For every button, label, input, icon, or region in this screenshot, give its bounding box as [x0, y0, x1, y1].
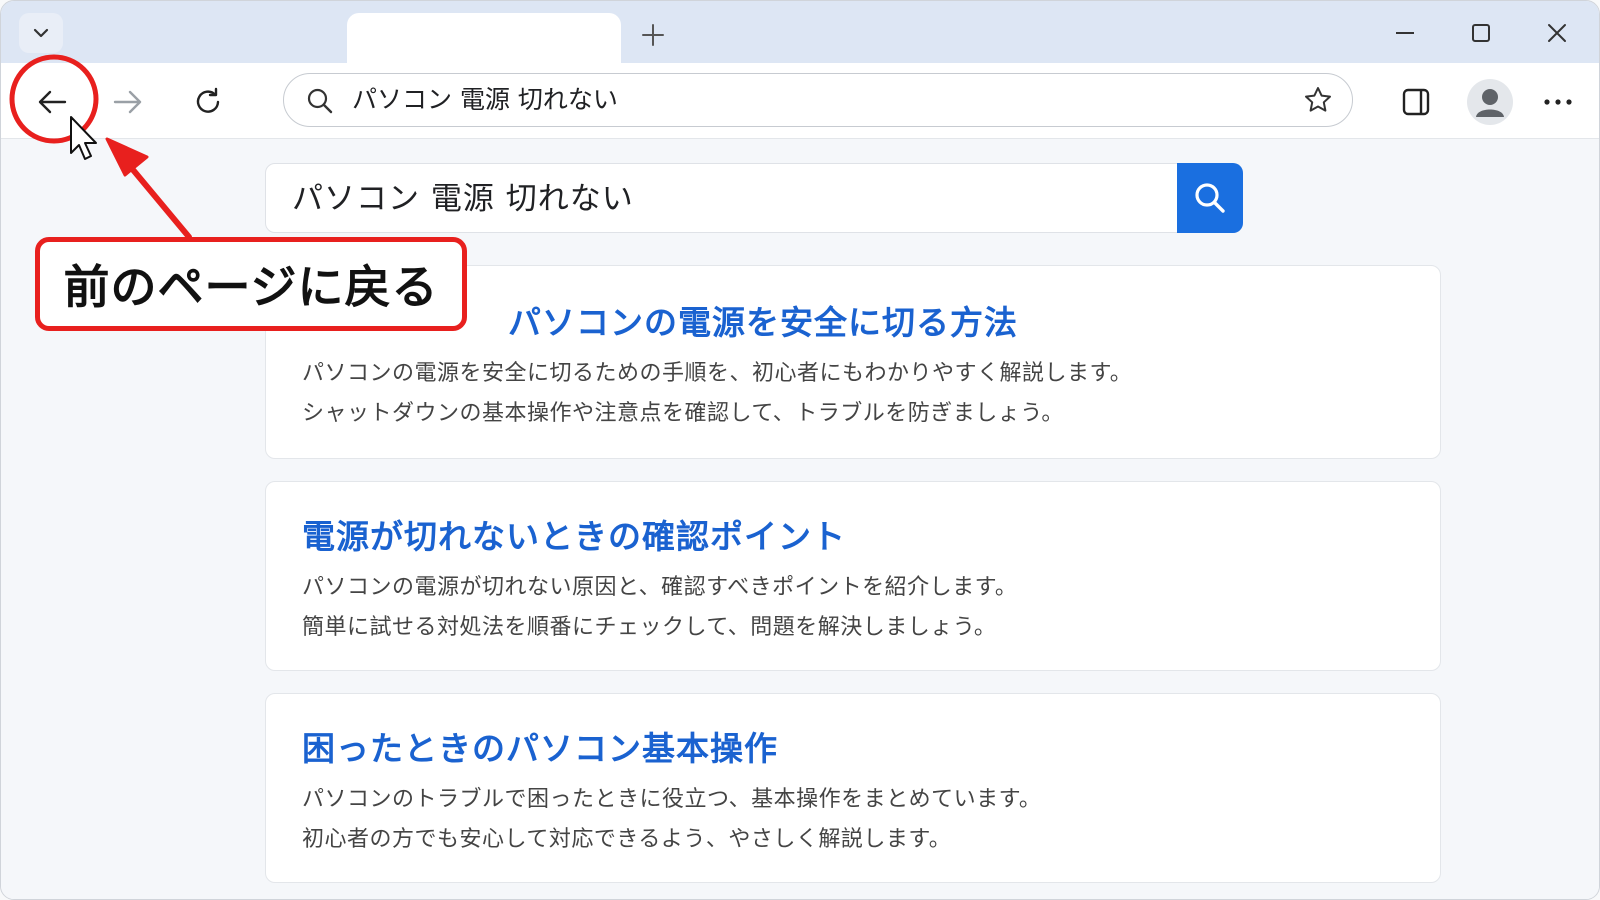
search-input[interactable]: パソコン 電源 切れない	[265, 163, 1243, 233]
address-text: パソコン 電源 切れない	[352, 85, 618, 114]
minimize-button[interactable]	[1375, 11, 1435, 55]
result-card[interactable]: 困ったときのパソコン基本操作 パソコンのトラブルで困ったときに役立つ、基本操作を…	[265, 693, 1441, 883]
result-desc-line: パソコンの電源を安全に切るための手順を、初心者にもわかりやすく解説します。	[302, 361, 1133, 386]
result-card[interactable]: 電源が切れないときの確認ポイント パソコンの電源が切れない原因と、確認すべきポイ…	[265, 481, 1441, 671]
result-desc-line: 初心者の方でも安心して対応できるよう、やさしく解説します。	[302, 827, 952, 852]
split-screen-button[interactable]	[1391, 77, 1441, 127]
result-title[interactable]: 困ったときのパソコン基本操作	[302, 722, 778, 770]
bookmark-button[interactable]	[1302, 84, 1334, 116]
reload-button[interactable]	[183, 77, 233, 127]
search-button[interactable]	[1177, 163, 1243, 233]
result-title[interactable]: パソコンの電源を安全に切る方法	[508, 296, 1018, 344]
annotation-label: 前のページに戻る	[63, 260, 439, 314]
plus-icon	[642, 24, 664, 46]
minimize-icon	[1396, 32, 1414, 34]
tab-strip	[1, 1, 1599, 63]
profile-avatar[interactable]	[1467, 79, 1513, 125]
more-menu-button[interactable]	[1533, 77, 1583, 127]
result-desc-line: 簡単に試せる対処法を順番にチェックして、問題を解決しましょう。	[302, 615, 997, 640]
close-window-button[interactable]	[1527, 11, 1587, 55]
forward-button[interactable]	[103, 77, 153, 127]
maximize-icon	[1472, 24, 1490, 42]
result-title[interactable]: 電源が切れないときの確認ポイント	[302, 510, 846, 558]
search-icon	[307, 88, 333, 114]
split-screen-icon	[1402, 88, 1430, 116]
back-button[interactable]	[27, 77, 77, 127]
maximize-button[interactable]	[1451, 11, 1511, 55]
star-icon	[1305, 87, 1331, 112]
browser-toolbar: パソコン 電源 切れない	[1, 63, 1599, 139]
annotation-callout: 前のページに戻る	[35, 237, 467, 331]
active-tab[interactable]	[347, 13, 621, 63]
search-icon	[1195, 183, 1225, 213]
close-icon	[1548, 24, 1566, 42]
reload-icon	[196, 87, 220, 113]
tab-search-button[interactable]	[19, 13, 63, 53]
user-icon	[1476, 89, 1504, 117]
result-desc-line: パソコンのトラブルで困ったときに役立つ、基本操作をまとめています。	[302, 787, 1042, 812]
address-bar[interactable]: パソコン 電源 切れない	[283, 73, 1353, 127]
search-query: パソコン 電源 切れない	[292, 181, 634, 217]
result-desc-line: パソコンの電源が切れない原因と、確認すべきポイントを紹介します。	[302, 575, 1018, 600]
new-tab-button[interactable]	[633, 17, 673, 53]
more-horizontal-icon	[1544, 99, 1572, 105]
arrow-left-icon	[38, 90, 67, 114]
arrow-right-icon	[113, 90, 142, 114]
result-desc-line: シャットダウンの基本操作や注意点を確認して、トラブルを防ぎましょう。	[302, 401, 1064, 426]
browser-window: パソコン 電源 切れない パソコン 電源 切れない パソコンの電源を安全に切る方…	[0, 0, 1600, 900]
chevron-down-icon	[33, 28, 49, 38]
